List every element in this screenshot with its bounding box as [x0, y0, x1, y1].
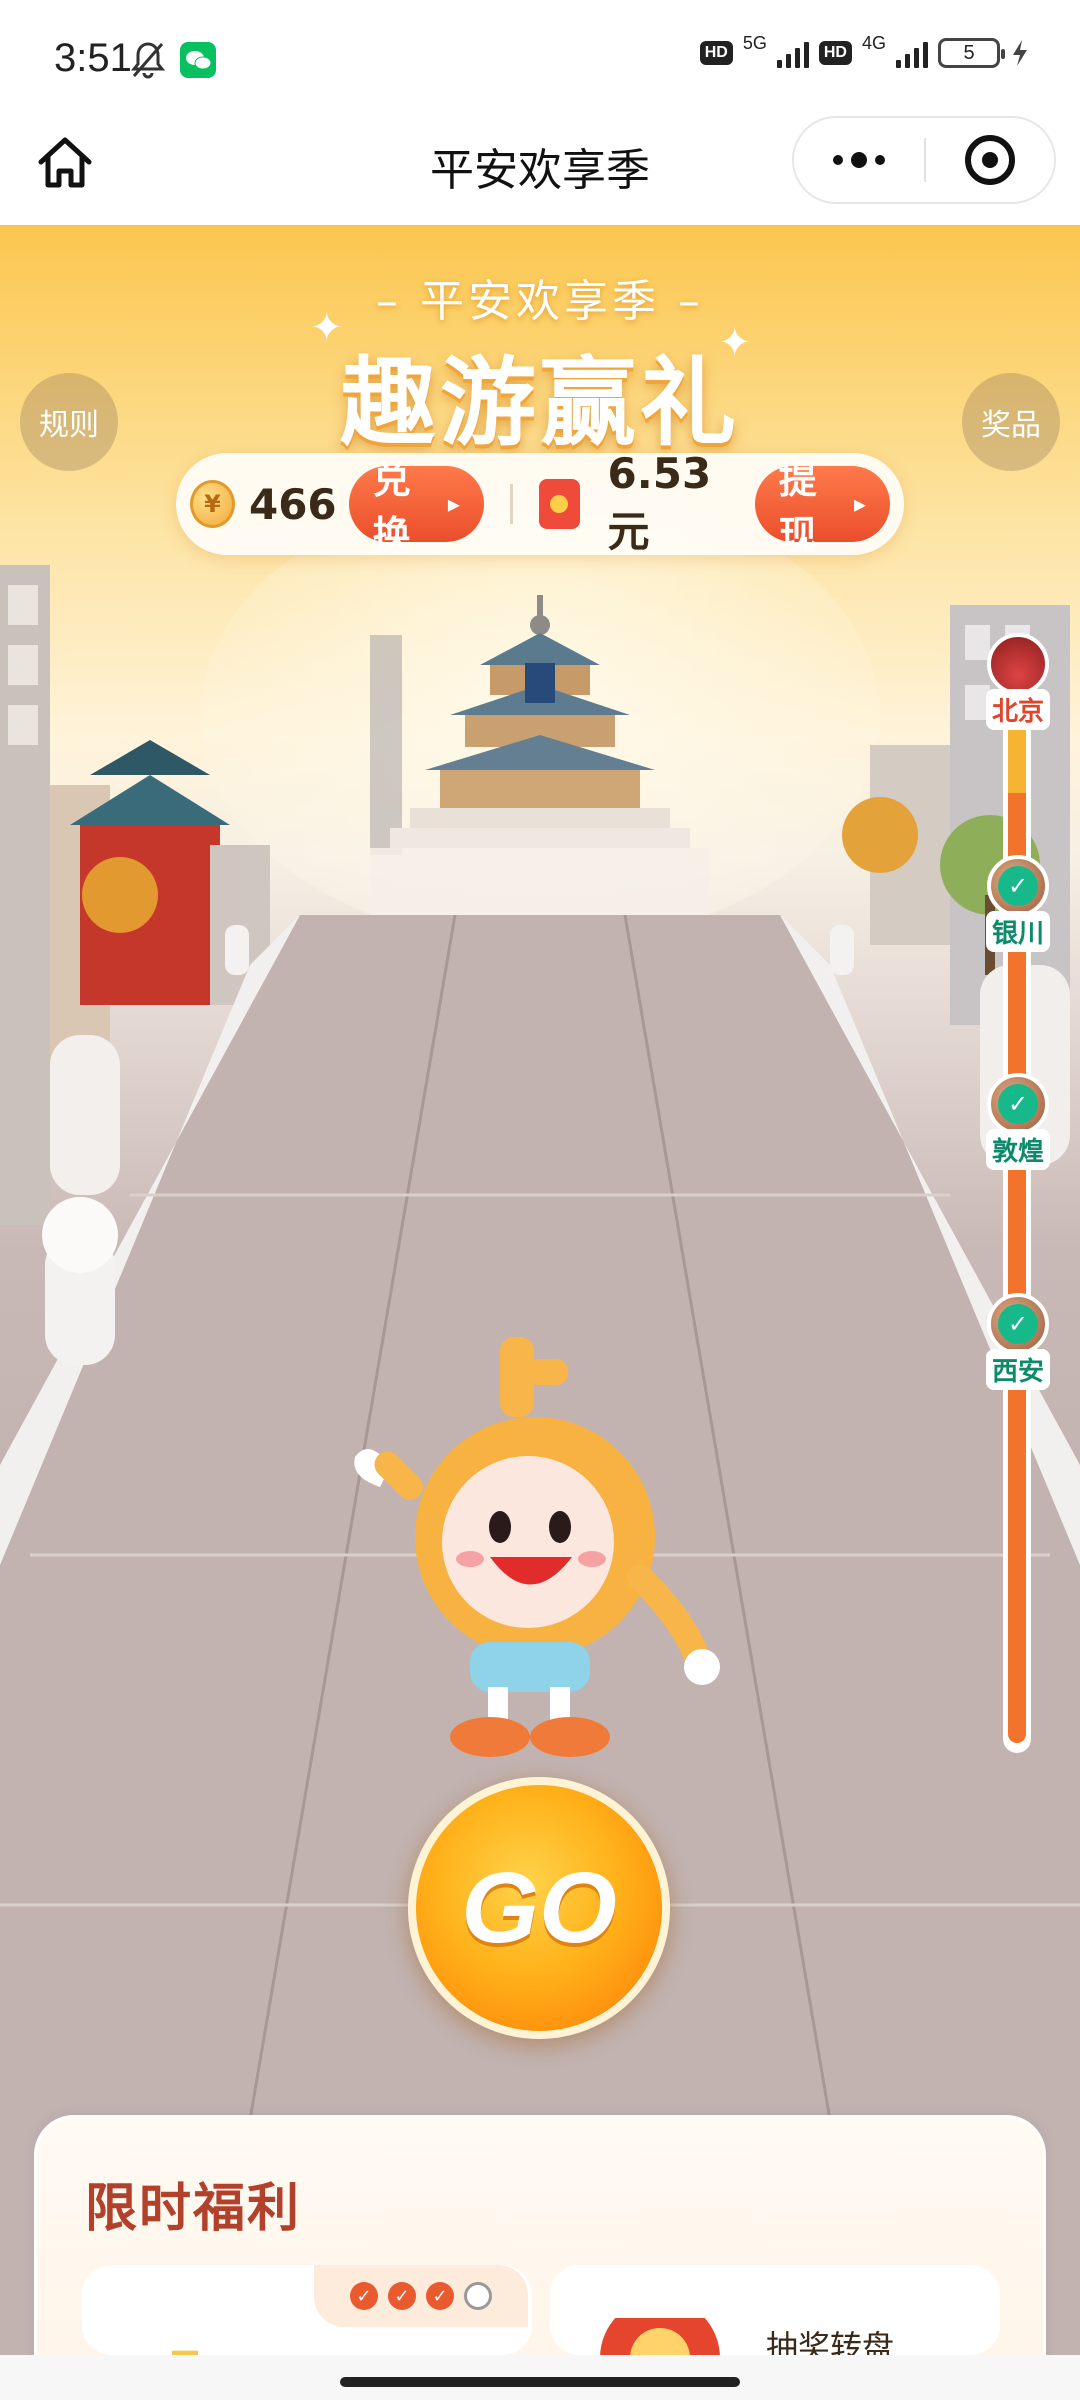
go-label: GO [461, 1851, 617, 1964]
status-notification-icons [130, 40, 216, 80]
currency-divider [509, 484, 513, 524]
coin-balance: 466 [248, 479, 337, 529]
route-stop-dunhuang[interactable]: ✓ 敦煌 [978, 1073, 1058, 1170]
task-progress-dots: ✓ ✓ ✓ [314, 2265, 528, 2327]
route-stop-yinchuan[interactable]: ✓ 银川 [978, 855, 1058, 952]
cash-balance: 6.53元 [607, 449, 712, 556]
route-stop-beijing[interactable]: 北京 [978, 633, 1058, 730]
gesture-area [0, 2355, 1080, 2400]
signal-icon [776, 38, 809, 68]
more-icon [833, 155, 843, 165]
exchange-button[interactable]: 兑换 ▸ [348, 458, 484, 557]
check-icon: ✓ [388, 2282, 416, 2310]
temple-of-heaven-illustration [370, 595, 710, 918]
exchange-label: 兑换 [372, 458, 411, 557]
check-icon: ✓ [998, 866, 1038, 906]
banner-subtitle: – 平安欢享季 – [376, 276, 704, 327]
check-icon: ✓ [998, 1304, 1038, 1344]
status-time: 3:51 [54, 36, 132, 80]
more-button[interactable] [794, 118, 924, 202]
empty-circle-icon [464, 2282, 492, 2310]
battery-icon: 5 [938, 38, 1005, 68]
stop-avatar: ✓ [987, 1293, 1049, 1355]
withdraw-label: 提现 [778, 458, 817, 557]
temple-icon [987, 633, 1049, 695]
mini-program-nav: 平安欢享季 [0, 116, 1080, 225]
hd-icon-2: HD [818, 41, 852, 65]
sparkle-icon: ✦ [310, 305, 344, 351]
go-button[interactable]: GO [408, 1777, 670, 2039]
currency-bar: ¥ 466 兑换 ▸ 6.53元 提现 ▸ [176, 449, 904, 557]
sparkle-icon: ✦ [718, 320, 752, 366]
charging-icon [1013, 40, 1027, 66]
banner-title: 趣游赢礼 [340, 347, 740, 459]
wechat-icon [180, 42, 216, 78]
check-icon: ✓ [998, 1084, 1038, 1124]
withdraw-button[interactable]: 提现 ▸ [754, 458, 890, 557]
stop-avatar: ✓ [987, 855, 1049, 917]
caret-right-icon: ▸ [853, 490, 866, 518]
battery-level: 5 [963, 41, 975, 64]
hd-icon: HD [699, 41, 733, 65]
home-gesture-bar[interactable] [340, 2377, 740, 2387]
close-button[interactable] [926, 118, 1054, 202]
signal-icon-2 [896, 38, 928, 68]
bell-off-icon [130, 42, 166, 79]
lucky-wheel-icon [600, 2318, 720, 2358]
coin-icon: ¥ [190, 480, 235, 528]
network-type-label: 5G [742, 32, 767, 53]
caret-right-icon: ▸ [447, 490, 460, 518]
route-stop-label: 北京 [985, 689, 1050, 730]
route-tracker: 北京 ✓ 银川 ✓ 敦煌 ✓ 西安 [978, 633, 1058, 1753]
check-icon: ✓ [426, 2282, 454, 2310]
stop-avatar: ✓ [987, 1073, 1049, 1135]
route-stop-label: 西安 [985, 1349, 1050, 1390]
red-packet-icon [538, 479, 580, 529]
check-icon: ✓ [350, 2282, 378, 2310]
rules-button[interactable]: 规则 [20, 373, 118, 471]
capsule-menu [792, 116, 1056, 204]
route-stop-label: 敦煌 [985, 1129, 1050, 1170]
status-right-icons: HD 5G HD 4G 5 [699, 33, 1030, 68]
network-type-label-2: 4G [861, 32, 886, 53]
target-close-icon [965, 135, 1015, 185]
prizes-button[interactable]: 奖品 [962, 373, 1060, 471]
game-scene: – 平安欢享季 – 趣游赢礼 ✦ ✦ 规则 奖品 ¥ 466 兑换 ▸ 6.53… [0, 225, 1080, 2355]
route-stop-label: 银川 [985, 911, 1050, 952]
status-bar: 3:51 HD 5G HD 4G 5 [0, 0, 1080, 120]
benefits-title: 限时福利 [85, 2179, 302, 2239]
route-stop-xian[interactable]: ✓ 西安 [978, 1293, 1058, 1390]
mascot-character [354, 1337, 720, 1757]
